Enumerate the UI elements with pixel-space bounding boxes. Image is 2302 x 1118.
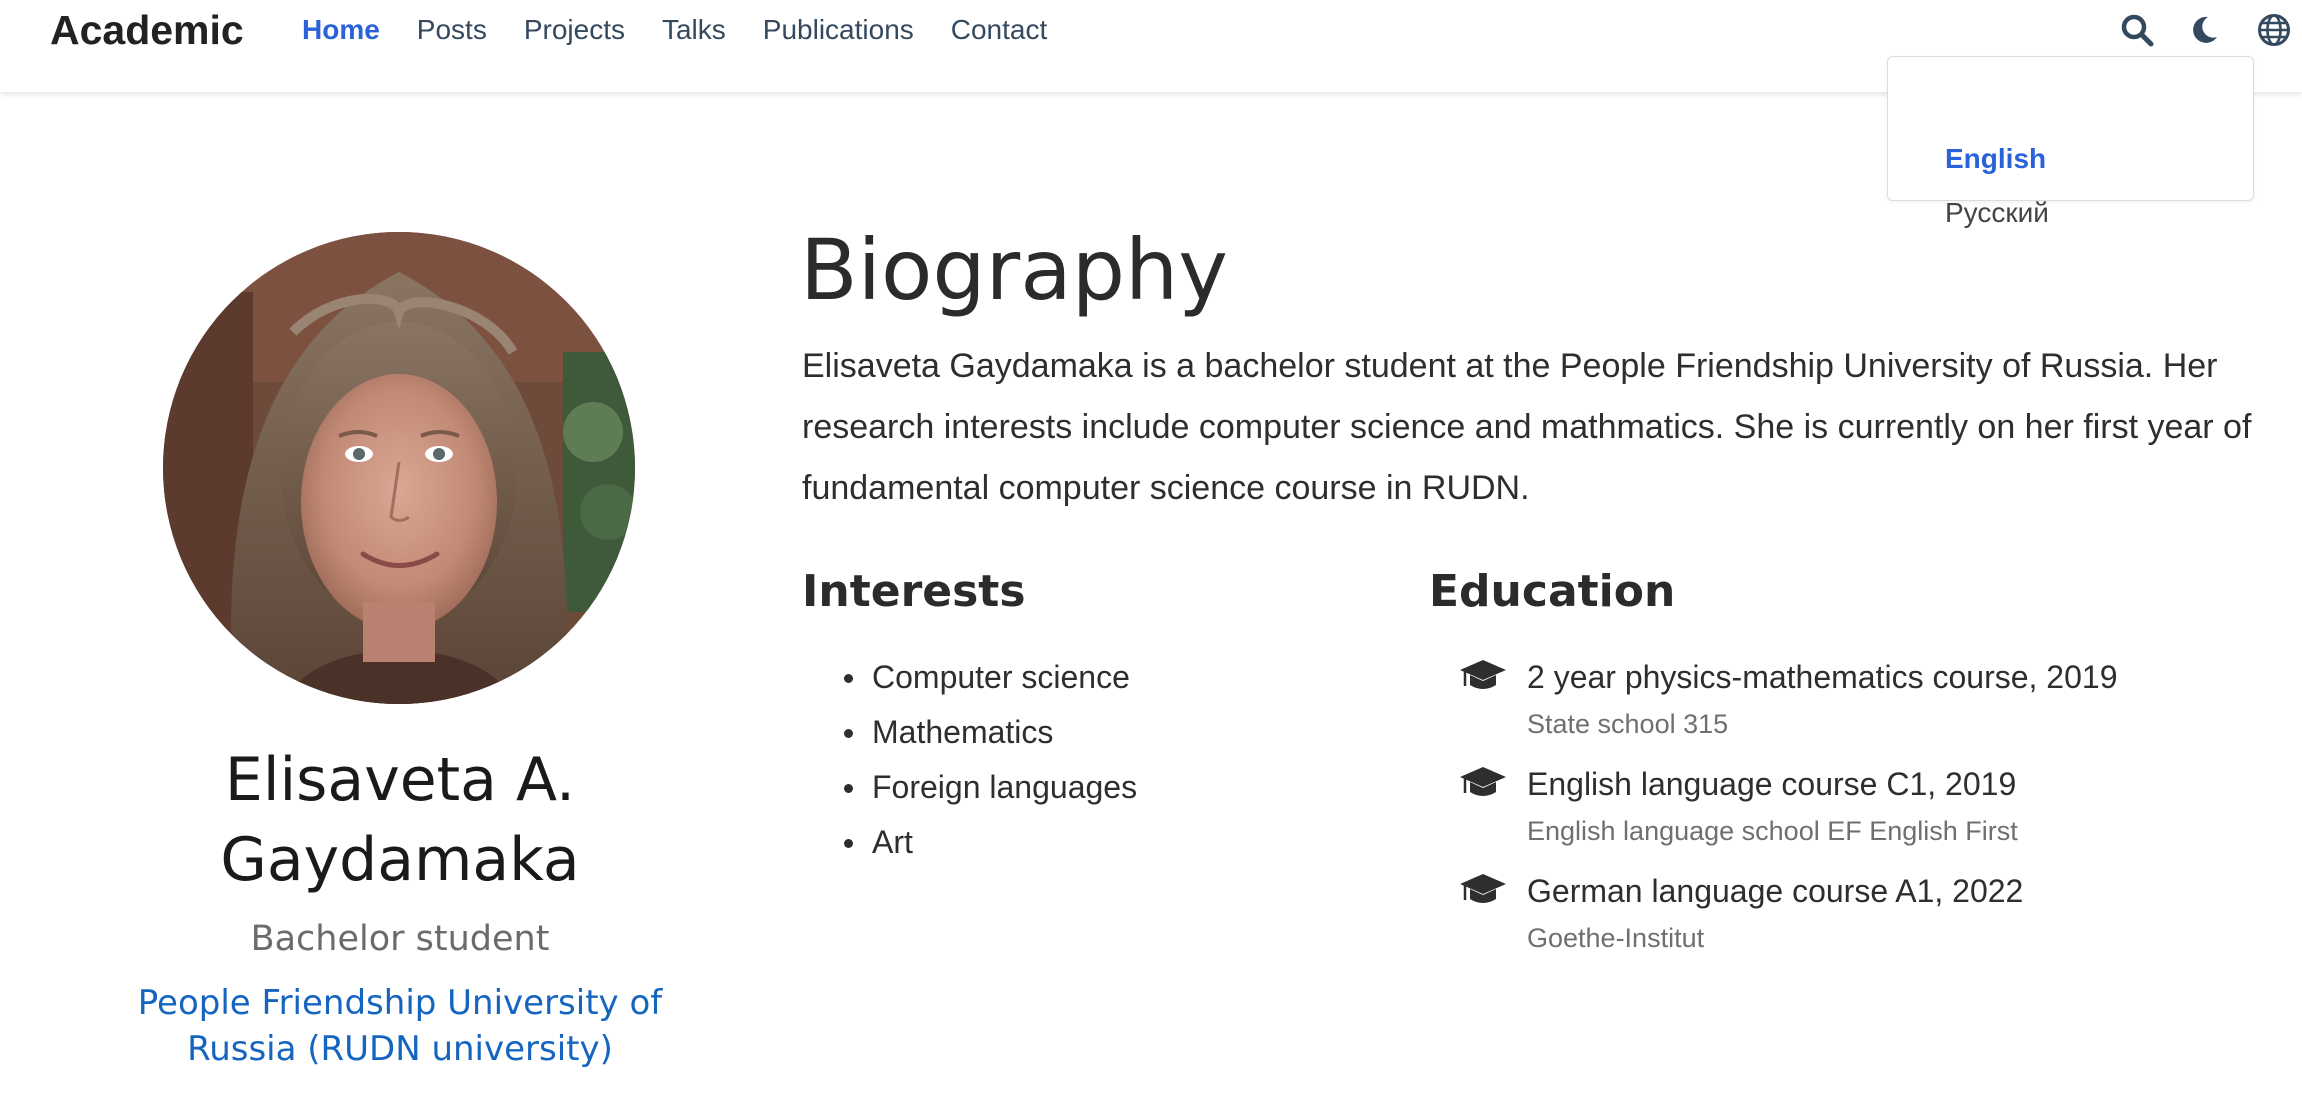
bullet-icon (844, 784, 853, 793)
list-item: Mathematics (842, 705, 1137, 760)
interests-title: Interests (802, 566, 1026, 617)
interest-label: Foreign languages (872, 769, 1138, 805)
list-item: Art (842, 815, 1137, 870)
education-institution: State school 315 (1527, 709, 1729, 739)
profile-name: Elisaveta A. Gaydamaka (220, 745, 580, 895)
search-icon[interactable] (2117, 10, 2157, 50)
education-title: Education (1429, 566, 1676, 617)
moon-icon[interactable] (2184, 10, 2224, 50)
profile-organization-link[interactable]: People Friendship University of Russia (… (80, 980, 720, 1072)
nav-link-publications[interactable]: Publications (763, 8, 914, 54)
interest-label: Computer science (872, 659, 1130, 695)
interests-list: Computer science Mathematics Foreign lan… (842, 650, 1137, 870)
education-course: English language course C1, 2019 (1527, 766, 2017, 802)
main-nav: Home Posts Projects Talks Publications C… (302, 8, 1084, 54)
list-item: Foreign languages (842, 760, 1137, 815)
language-dropdown: English Русский (1887, 56, 2254, 228)
graduation-cap-icon (1459, 765, 1507, 801)
bullet-icon (844, 839, 853, 848)
profile-role: Bachelor student (250, 919, 550, 959)
language-option-english[interactable]: English (1945, 139, 2046, 179)
graduation-cap-icon (1459, 872, 1507, 908)
education-institution: English language school EF English First (1527, 816, 2018, 846)
nav-link-contact[interactable]: Contact (951, 8, 1048, 54)
bullet-icon (844, 674, 853, 683)
nav-link-projects[interactable]: Projects (524, 8, 625, 54)
interest-label: Mathematics (872, 714, 1054, 750)
nav-link-talks[interactable]: Talks (662, 8, 726, 54)
interest-label: Art (872, 824, 913, 860)
language-option-russian[interactable]: Русский (1945, 193, 2049, 233)
globe-icon[interactable] (2254, 10, 2294, 50)
education-institution: Goethe-Institut (1527, 923, 1705, 953)
education-course: 2 year physics-mathematics course, 2019 (1527, 659, 2118, 695)
site-brand[interactable]: Academic (50, 6, 244, 54)
bullet-icon (844, 729, 853, 738)
avatar (163, 232, 635, 704)
nav-link-home[interactable]: Home (302, 8, 380, 54)
graduation-cap-icon (1459, 658, 1507, 694)
education-course: German language course A1, 2022 (1527, 873, 2024, 909)
biography-text: Elisaveta Gaydamaka is a bachelor studen… (802, 347, 2252, 507)
biography-title: Biography (800, 221, 1228, 319)
nav-link-posts[interactable]: Posts (417, 8, 487, 54)
list-item: Computer science (842, 650, 1137, 705)
